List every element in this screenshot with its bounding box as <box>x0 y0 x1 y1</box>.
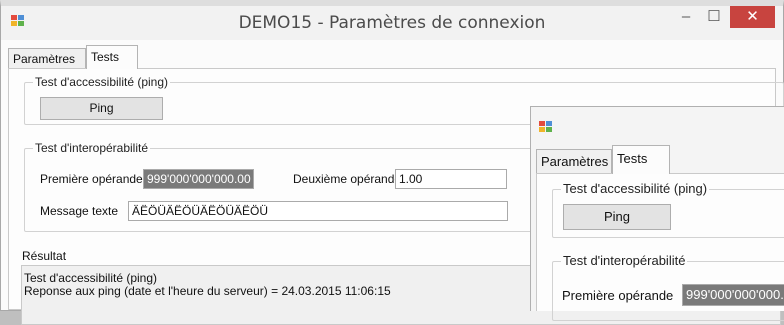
result-line: Reponse aux ping (date et l'heure du ser… <box>24 284 391 298</box>
ping-group: Test d'accessibilité (ping) Ping <box>552 181 784 238</box>
message-label: Message texte <box>40 204 119 218</box>
tab-tests[interactable]: Tests <box>612 145 670 174</box>
second-operand-field[interactable]: 1.00 <box>395 169 507 189</box>
interop-group-label: Test d'interopérabilité <box>33 141 151 155</box>
interop-group: Test d'interopérabilité Première opérand… <box>552 253 784 321</box>
first-operand-label: Première opérande <box>40 172 143 186</box>
result-label: Résultat <box>22 249 67 263</box>
tests-page: Test d'accessibilité (ping) Ping Test d'… <box>536 173 784 321</box>
close-icon[interactable]: ✕ <box>730 6 775 28</box>
minimize-icon[interactable]: – <box>673 6 699 28</box>
tab-tests[interactable]: Tests <box>86 45 138 69</box>
message-field[interactable]: ÄËÖÜÄËÖÜÄËÖÜÄËÖÜ <box>128 201 508 221</box>
ping-group-label: Test d'accessibilité (ping) <box>33 75 171 89</box>
ping-group-label: Test d'accessibilité (ping) <box>561 181 710 196</box>
window-title: DEMO15 - Paramètres de connexion <box>238 13 546 33</box>
interop-group-label: Test d'interopérabilité <box>561 253 688 268</box>
maximize-icon[interactable]: ☐ <box>701 6 727 28</box>
app-icon <box>539 121 553 133</box>
ping-button[interactable]: Ping <box>563 204 671 230</box>
title-bar[interactable]: DEMO15 - Paramètres de connexion – ☐ ✕ <box>1 6 783 40</box>
tab-parametres[interactable]: Paramètres <box>8 48 86 68</box>
result-line: Test d'accessibilité (ping) <box>24 271 158 285</box>
first-operand-field[interactable]: 999'000'000'000.00 <box>143 169 254 189</box>
second-operand-label: Deuxième opérande <box>293 172 402 186</box>
second-window: Paramètres Tests Test d'accessibilité (p… <box>530 106 784 321</box>
tab-parametres[interactable]: Paramètres <box>536 149 612 173</box>
first-operand-field[interactable]: 999'000'000'000.0 <box>682 284 784 306</box>
ping-button[interactable]: Ping <box>40 97 163 120</box>
first-operand-label: Première opérande <box>562 288 674 303</box>
